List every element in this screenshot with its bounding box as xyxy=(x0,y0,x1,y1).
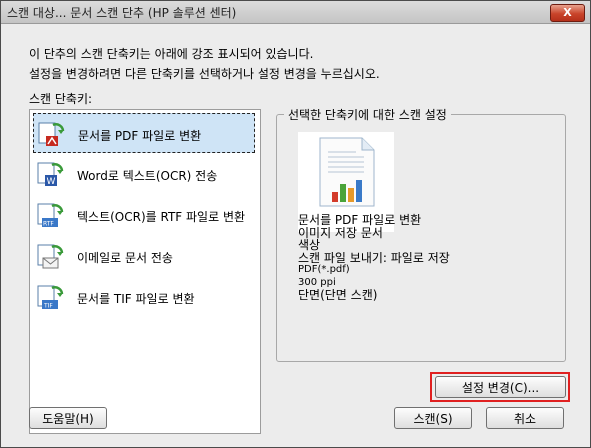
shortcut-list[interactable]: 문서를 PDF 파일로 변환 W Word로 텍스트(OCR) 전송 RTF 텍… xyxy=(29,109,261,434)
dialog-content: 이 단추의 스캔 단축키는 아래에 강조 표시되어 있습니다. 설정을 변경하려… xyxy=(1,24,590,447)
svg-text:W: W xyxy=(47,177,56,187)
cancel-button[interactable]: 취소 xyxy=(486,407,564,429)
shortcut-item-label: 문서를 TIF 파일로 변환 xyxy=(77,292,195,306)
email-doc-icon xyxy=(37,244,64,269)
close-button[interactable]: X xyxy=(550,4,585,22)
shortcut-item-email[interactable]: 이메일로 문서 전송 xyxy=(33,236,255,276)
settings-line-duplex: 단면(단면 스캔) xyxy=(298,288,378,302)
shortcut-item-label: 이메일로 문서 전송 xyxy=(77,251,173,265)
instruction-line-2: 설정을 변경하려면 다른 단축키를 선택하거나 설정 변경을 누르십시오. xyxy=(29,67,380,81)
settings-line-type: 이미지 저장 문서 xyxy=(298,225,383,240)
settings-line-format: PDF(*.pdf) xyxy=(298,264,350,275)
shortcut-item-label: 문서를 PDF 파일로 변환 xyxy=(78,129,202,143)
change-settings-button[interactable]: 설정 변경(C)... xyxy=(435,376,566,398)
rtf-doc-icon: RTF xyxy=(37,203,64,228)
svg-text:TIF: TIF xyxy=(43,303,53,310)
help-button[interactable]: 도움말(H) xyxy=(29,407,107,429)
dialog-window: 스캔 대상... 문서 스캔 단추 (HP 솔루션 센터) X 이 단추의 스캔… xyxy=(0,0,591,448)
shortcut-item-label: Word로 텍스트(OCR) 전송 xyxy=(77,169,218,183)
shortcut-item-label: 텍스트(OCR)를 RTF 파일로 변환 xyxy=(77,210,246,224)
scan-settings-title: 선택한 단축키에 대한 스캔 설정 xyxy=(284,106,451,123)
title-bar[interactable]: 스캔 대상... 문서 스캔 단추 (HP 솔루션 센터) X xyxy=(1,1,590,24)
shortcut-item-pdf[interactable]: 문서를 PDF 파일로 변환 xyxy=(33,113,255,153)
settings-line-color: 색상 xyxy=(298,238,321,252)
pdf-doc-icon xyxy=(38,122,65,146)
shortcut-item-rtf[interactable]: RTF 텍스트(OCR)를 RTF 파일로 변환 xyxy=(33,195,255,235)
svg-text:RTF: RTF xyxy=(43,221,54,228)
shortcut-item-tif[interactable]: TIF 문서를 TIF 파일로 변환 xyxy=(33,277,255,317)
shortcut-list-label: 스캔 단축키: xyxy=(29,92,93,106)
word-doc-icon: W xyxy=(37,162,64,187)
chart-document-icon xyxy=(319,137,375,207)
shortcut-item-word[interactable]: W Word로 텍스트(OCR) 전송 xyxy=(33,154,255,194)
tif-doc-icon: TIF xyxy=(37,285,64,310)
instruction-line-1: 이 단추의 스캔 단축키는 아래에 강조 표시되어 있습니다. xyxy=(29,47,314,61)
settings-line-destination: 스캔 파일 보내기: 파일로 저장 xyxy=(298,250,450,265)
settings-details: 문서를 PDF 파일로 변환 이미지 저장 문서 색상 스캔 파일 보내기: 파… xyxy=(298,214,450,302)
scan-button[interactable]: 스캔(S) xyxy=(394,407,472,429)
window-title: 스캔 대상... 문서 스캔 단추 (HP 솔루션 센터) xyxy=(7,6,237,20)
settings-line-title: 문서를 PDF 파일로 변환 xyxy=(298,213,422,227)
